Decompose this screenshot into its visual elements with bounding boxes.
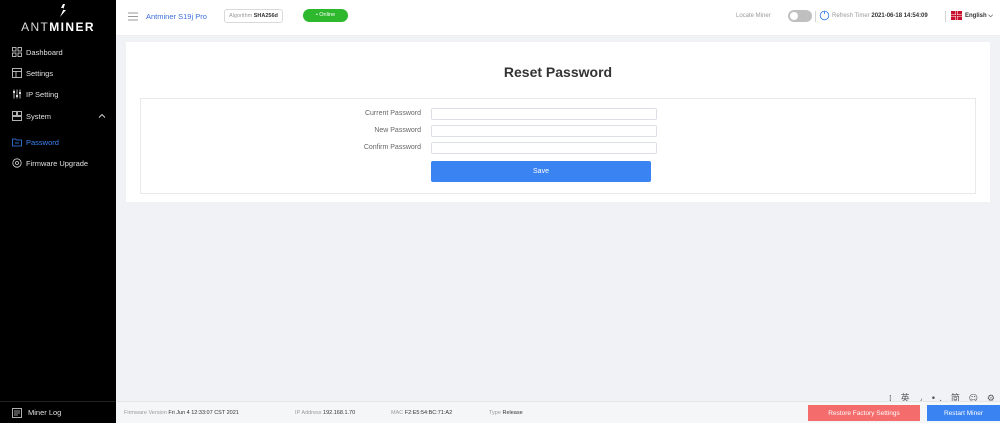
status-badge: • Online bbox=[303, 9, 348, 22]
locate-miner-toggle[interactable] bbox=[788, 10, 812, 22]
settings-sheet-icon bbox=[12, 68, 22, 78]
sidebar-item-password[interactable]: Password bbox=[0, 132, 116, 152]
type-value: Release bbox=[502, 410, 523, 416]
circle-upgrade-icon bbox=[12, 158, 22, 168]
sidebar: ANTMINER Dashboard Settings IP Setting S… bbox=[0, 0, 116, 423]
sidebar-item-label: Firmware Upgrade bbox=[26, 158, 89, 168]
new-password-label: New Password bbox=[374, 127, 421, 134]
save-button[interactable]: Save bbox=[431, 161, 651, 182]
form-row-confirm-password: Confirm Password bbox=[141, 142, 977, 154]
top-header: Antminer S19j Pro Algorithm SHA256d • On… bbox=[116, 0, 1000, 36]
refresh-value: 2021-06-18 14:54:09 bbox=[871, 13, 928, 19]
mac-address: MAC F2:E5:54:BC:71:A2 bbox=[391, 410, 452, 416]
current-password-field[interactable] bbox=[431, 108, 657, 120]
mac-value: F2:E5:54:BC:71:A2 bbox=[404, 410, 453, 416]
chevron-up-icon bbox=[98, 113, 106, 118]
sidebar-item-label: Password bbox=[26, 137, 59, 147]
refresh-label: Refresh Timer bbox=[832, 13, 870, 19]
network-icon bbox=[13, 89, 21, 99]
firmware-value: Fri Jun 4 12:33:07 CST 2021 bbox=[168, 410, 239, 416]
uk-flag-icon bbox=[951, 11, 962, 20]
refresh-icon[interactable] bbox=[819, 10, 830, 21]
grid-icon bbox=[12, 47, 22, 57]
status-footer: Firmware Version Fri Jun 4 12:33:07 CST … bbox=[116, 401, 1000, 423]
sidebar-item-firmware-upgrade[interactable]: Firmware Upgrade bbox=[0, 153, 116, 173]
type-label: Type bbox=[489, 410, 501, 416]
confirm-password-label: Confirm Password bbox=[363, 144, 421, 151]
reset-password-card: Reset Password Current Password New Pass… bbox=[126, 42, 990, 202]
sidebar-item-label: Settings bbox=[26, 68, 54, 78]
locate-miner-label: Locate Miner bbox=[736, 13, 771, 19]
sidebar-item-label: IP Setting bbox=[26, 89, 59, 99]
ip-address: IP Address 192.168.1.70 bbox=[295, 410, 355, 416]
algorithm-badge: Algorithm SHA256d bbox=[224, 9, 283, 23]
sidebar-item-label: Dashboard bbox=[26, 47, 63, 57]
log-icon bbox=[12, 407, 22, 418]
ip-label: IP Address bbox=[295, 410, 322, 416]
ant-logo-icon bbox=[60, 4, 66, 17]
new-password-field[interactable] bbox=[431, 125, 657, 137]
firmware-version: Firmware Version Fri Jun 4 12:33:07 CST … bbox=[124, 410, 239, 416]
firmware-type: Type Release bbox=[489, 410, 523, 416]
sidebar-item-ip-setting[interactable]: IP Setting bbox=[0, 84, 116, 104]
form-row-new-password: New Password bbox=[141, 125, 977, 137]
algorithm-label: Algorithm bbox=[229, 13, 253, 19]
antminer-logo[interactable]: ANTMINER bbox=[0, 0, 116, 40]
app-root: ANTMINER Dashboard Settings IP Setting S… bbox=[0, 0, 1000, 423]
password-form: Current Password New Password Confirm Pa… bbox=[140, 98, 976, 194]
miner-log-button[interactable]: Miner Log bbox=[0, 401, 116, 423]
form-row-current-password: Current Password bbox=[141, 108, 977, 120]
miner-model: Antminer S19j Pro bbox=[146, 12, 207, 21]
divider bbox=[945, 11, 946, 22]
mac-label: MAC bbox=[391, 410, 404, 416]
language-select[interactable]: English ⌵ bbox=[965, 13, 993, 20]
sidebar-item-settings[interactable]: Settings bbox=[0, 63, 116, 83]
sidebar-item-dashboard[interactable]: Dashboard bbox=[0, 42, 116, 62]
divider bbox=[815, 11, 816, 22]
refresh-timer: Refresh Timer 2021-06-18 14:54:09 bbox=[832, 13, 928, 19]
firmware-label: Firmware Version bbox=[124, 410, 167, 416]
ip-value: 192.168.1.70 bbox=[323, 410, 356, 416]
restore-factory-settings-button[interactable]: Restore Factory Settings bbox=[808, 405, 920, 421]
folder-key-icon bbox=[12, 138, 22, 147]
current-password-label: Current Password bbox=[364, 110, 421, 117]
main-content: Reset Password Current Password New Pass… bbox=[116, 36, 1000, 404]
sidebar-item-label: System bbox=[26, 111, 52, 121]
confirm-password-field[interactable] bbox=[431, 142, 657, 154]
miner-log-label: Miner Log bbox=[28, 408, 62, 417]
algorithm-value: SHA256d bbox=[253, 13, 278, 19]
system-icon bbox=[12, 111, 22, 121]
sidebar-item-system[interactable]: System bbox=[0, 106, 116, 126]
page-title: Reset Password bbox=[503, 64, 613, 80]
menu-toggle-icon[interactable] bbox=[128, 12, 138, 21]
restart-miner-button[interactable]: Restart Miner bbox=[927, 405, 1000, 421]
logo-wordmark: ANTMINER bbox=[21, 20, 95, 34]
